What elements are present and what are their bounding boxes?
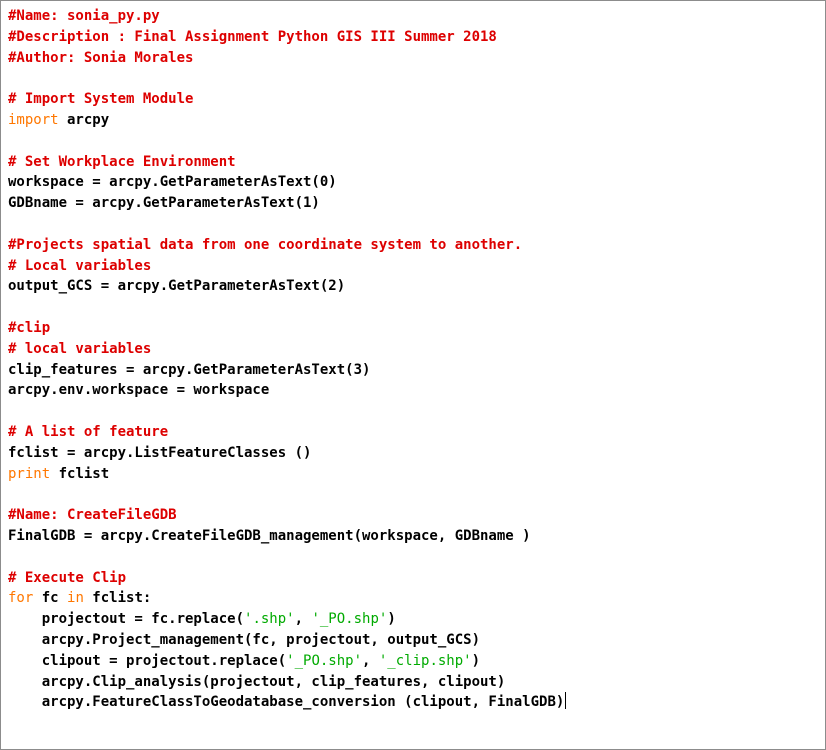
code-token-plain: arcpy — [58, 111, 110, 128]
code-line: arcpy.env.workspace = workspace — [8, 380, 566, 401]
code-token-plain: projectout = fc.replace( — [8, 611, 245, 628]
code-token-plain: arcpy.FeatureClassToGeodatabase_conversi… — [8, 694, 565, 711]
code-token-plain: FinalGDB = arcpy.CreateFileGDB_managemen… — [8, 527, 531, 544]
code-token-plain: ) — [387, 611, 396, 628]
code-token-plain: arcpy.env.workspace = workspace — [8, 382, 270, 399]
code-token-string: '_PO.shp' — [286, 652, 363, 669]
code-token-plain: fc — [33, 590, 68, 607]
code-line: clipout = projectout.replace('_PO.shp', … — [8, 651, 566, 672]
code-line: #Description : Final Assignment Python G… — [8, 27, 566, 48]
code-token-plain: clipout = projectout.replace( — [8, 652, 287, 669]
code-token-string: '_PO.shp' — [311, 611, 388, 628]
code-token-plain: , — [294, 611, 312, 628]
code-line: # Import System Module — [8, 89, 566, 110]
code-token-plain: arcpy.Project_management(fc, projectout,… — [8, 631, 481, 648]
code-text-area[interactable]: #Name: sonia_py.py #Description : Final A… — [8, 6, 567, 713]
code-token-string: '_clip.shp' — [378, 652, 472, 669]
code-line: # Local variables — [8, 256, 566, 277]
code-line: # A list of feature — [8, 422, 566, 443]
code-line: #Name: CreateFileGDB — [8, 505, 566, 526]
code-token-comment: #clip — [8, 319, 51, 336]
code-token-comment: # Import System Module — [8, 91, 194, 108]
code-token-keyword: for — [8, 590, 34, 607]
code-token-plain: ) — [471, 652, 481, 669]
code-line: import arcpy — [8, 110, 566, 131]
code-line: for fc in fclist: — [8, 588, 566, 609]
code-token-keyword: print — [8, 465, 51, 482]
code-token-plain: fclist = arcpy.ListFeatureClasses () — [8, 444, 312, 461]
code-line: FinalGDB = arcpy.CreateFileGDB_managemen… — [8, 526, 566, 547]
code-line: arcpy.Clip_analysis(projectout, clip_fea… — [8, 672, 566, 693]
code-line: clip_features = arcpy.GetParameterAsText… — [8, 360, 566, 381]
code-line: # Execute Clip — [8, 568, 566, 589]
code-line: workspace = arcpy.GetParameterAsText(0) — [8, 172, 566, 193]
code-line: arcpy.FeatureClassToGeodatabase_conversi… — [8, 692, 567, 713]
code-token-comment: #Name: sonia_py.py — [8, 8, 160, 24]
code-token-comment: #Description : Final Assignment Python G… — [8, 28, 497, 45]
code-line: fclist = arcpy.ListFeatureClasses () — [8, 443, 566, 464]
code-line: projectout = fc.replace('.shp', '_PO.shp… — [8, 609, 566, 630]
code-token-comment: # Local variables — [8, 257, 152, 274]
code-token-keyword: in — [67, 590, 84, 607]
text-caret — [565, 692, 567, 710]
code-line: #Projects spatial data from one coordina… — [8, 235, 566, 256]
code-token-comment: # Set Workplace Environment — [8, 153, 236, 170]
code-line: # Set Workplace Environment — [8, 152, 566, 173]
code-token-string: '.shp' — [244, 611, 295, 628]
code-line: print fclist — [8, 464, 566, 485]
code-line: #clip — [8, 318, 566, 339]
code-token-plain: fclist: — [83, 590, 152, 607]
code-token-comment: # Execute Clip — [8, 569, 127, 586]
code-token-plain: workspace = arcpy.GetParameterAsText(0) — [8, 174, 337, 191]
code-line: #Author: Sonia Morales — [8, 48, 566, 69]
code-editor[interactable]: #Name: sonia_py.py #Description : Final A… — [0, 0, 826, 750]
code-token-plain: fclist — [50, 465, 110, 482]
code-token-plain: output_GCS = arcpy.GetParameterAsText(2) — [8, 278, 346, 295]
code-token-comment: #Author: Sonia Morales — [8, 49, 194, 66]
code-line: arcpy.Project_management(fc, projectout,… — [8, 630, 566, 651]
code-line: GDBname = arcpy.GetParameterAsText(1) — [8, 193, 566, 214]
code-token-plain: , — [362, 652, 379, 669]
code-line: output_GCS = arcpy.GetParameterAsText(2) — [8, 276, 566, 297]
code-line: # local variables — [8, 339, 566, 360]
code-token-comment: # A list of feature — [8, 423, 169, 440]
code-token-comment: #Projects spatial data from one coordina… — [8, 236, 523, 253]
code-token-comment: #Name: CreateFileGDB — [8, 507, 177, 524]
code-token-keyword: import — [8, 111, 59, 128]
code-token-plain: clip_features = arcpy.GetParameterAsText… — [8, 361, 371, 378]
code-token-plain: arcpy.Clip_analysis(projectout, clip_fea… — [8, 673, 506, 690]
code-token-comment: # local variables — [8, 340, 152, 357]
code-token-plain: GDBname = arcpy.GetParameterAsText(1) — [8, 195, 320, 212]
code-line: #Name: sonia_py.py — [8, 6, 566, 27]
